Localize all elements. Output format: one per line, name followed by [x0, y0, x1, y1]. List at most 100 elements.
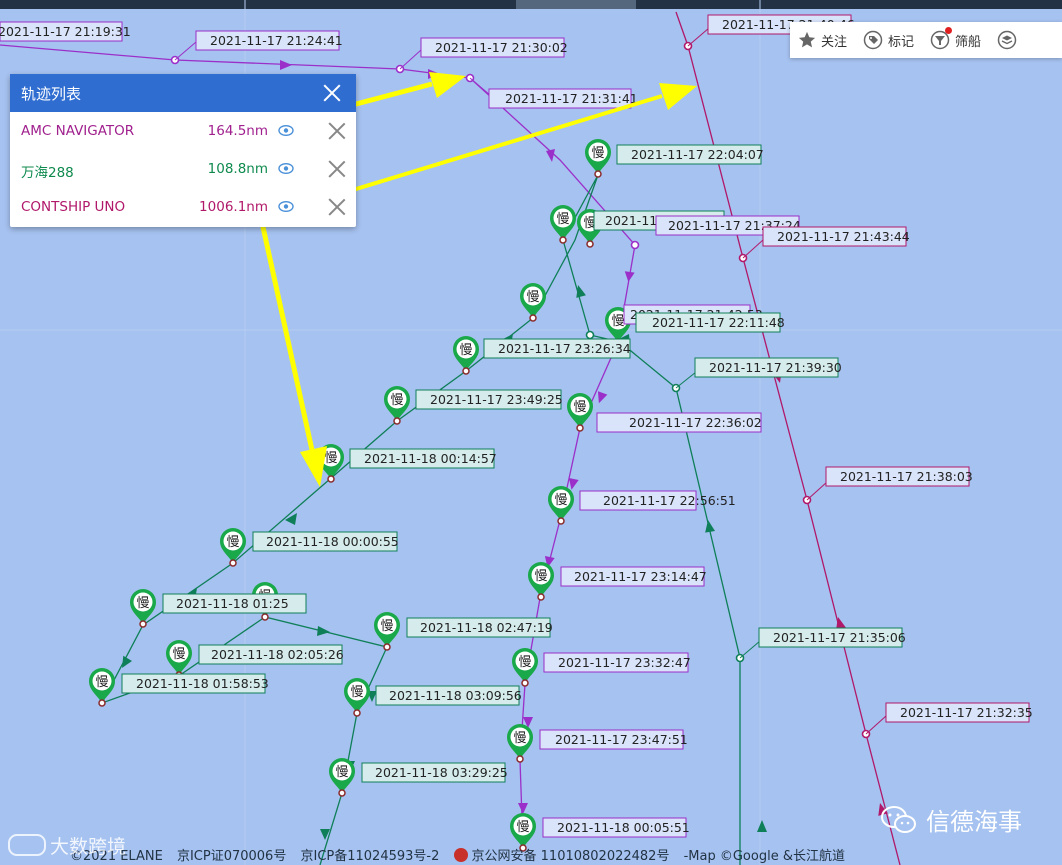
slow-marker: 慢 [453, 336, 479, 375]
time-label: 2021-11-18 00:05:51 [542, 817, 690, 838]
svg-text:2021-11-18 00:14:57: 2021-11-18 00:14:57 [364, 451, 497, 466]
time-label: 2021-11-17 21:43:44 [762, 226, 910, 247]
slow-marker: 慢 [567, 393, 593, 432]
slow-marker: 慢 [130, 589, 156, 628]
watermark-left-text: 大数跨境 [50, 836, 127, 858]
track-list-panel: 轨迹列表 AMC NAVIGATOR 164.5nm 万海288 108.8nm… [10, 74, 356, 227]
slow-marker: 慢 [548, 486, 574, 525]
svg-text:慢: 慢 [380, 618, 393, 634]
time-label: 2021-11-17 22:36:02 [596, 412, 762, 433]
remove-track-icon[interactable] [328, 160, 346, 178]
svg-text:2021-11-18 01:25: 2021-11-18 01:25 [176, 596, 289, 611]
svg-text:2021-11-17 22:11:48: 2021-11-17 22:11:48 [652, 315, 785, 330]
close-icon[interactable] [322, 83, 342, 103]
svg-text:2021-11-17 21:35:06: 2021-11-17 21:35:06 [773, 630, 906, 645]
follow-button[interactable]: 关注 [790, 22, 855, 58]
svg-text:2021-11-18 02:05:26: 2021-11-18 02:05:26 [211, 647, 344, 662]
watermark-left: 大数跨境 [8, 832, 126, 859]
svg-text:2021-11-17 21:31:41: 2021-11-17 21:31:41 [505, 91, 638, 106]
wechat-icon [881, 805, 916, 833]
time-label: 2021-11-17 23:49:25 [415, 389, 563, 410]
svg-text:2021-11-18 02:47:19: 2021-11-18 02:47:19 [420, 620, 553, 635]
time-label: 2021-11-17 23:47:51 [539, 729, 688, 750]
svg-text:慢: 慢 [335, 764, 348, 780]
eye-icon[interactable] [278, 124, 294, 137]
svg-text:慢: 慢 [390, 392, 403, 408]
mark-button[interactable]: 标记 [855, 22, 922, 58]
ship-name[interactable]: CONTSHIP UNO [21, 199, 125, 215]
map-toolbar: 关注 标记 筛船 [790, 22, 1062, 58]
time-label: 2021-11-17 21:19:31 [0, 21, 131, 42]
time-label: 2021-11-17 21:24:41 [195, 30, 343, 51]
track-row[interactable]: CONTSHIP UNO 1006.1nm [10, 188, 356, 226]
layers-button[interactable] [989, 22, 1030, 58]
track-row[interactable]: AMC NAVIGATOR 164.5nm [10, 112, 356, 150]
remove-track-icon[interactable] [328, 198, 346, 216]
time-label: 2021-11-17 22:04:07 [616, 144, 764, 165]
tag-icon [863, 30, 883, 50]
time-label: 2021-11-18 02:05:26 [198, 644, 344, 665]
svg-text:2021-11-17 21:19:31: 2021-11-17 21:19:31 [0, 24, 131, 39]
ship-name[interactable]: AMC NAVIGATOR [21, 123, 134, 139]
icp-license[interactable]: 京ICP证070006号 [177, 849, 286, 864]
svg-text:慢: 慢 [534, 568, 547, 584]
svg-text:慢: 慢 [350, 684, 363, 700]
svg-text:2021-11-17 23:26:34: 2021-11-17 23:26:34 [498, 341, 631, 356]
slow-marker: 慢 [585, 139, 611, 178]
watermark-right: 信德海事 [880, 802, 1022, 837]
svg-text:2021-11-18 00:00:55: 2021-11-18 00:00:55 [266, 534, 399, 549]
slow-marker: 慢 [344, 678, 370, 717]
eye-icon[interactable] [278, 200, 294, 213]
svg-text:慢: 慢 [556, 211, 569, 227]
time-label: 2021-11-17 21:35:06 [758, 627, 906, 648]
filter-label: 筛船 [955, 34, 982, 50]
track-distance: 108.8nm [207, 161, 268, 177]
logo-icon [8, 834, 46, 856]
svg-text:2021-11-17 22:36:02: 2021-11-17 22:36:02 [629, 415, 762, 430]
svg-text:2021-11-17 21:32:35: 2021-11-17 21:32:35 [900, 705, 1033, 720]
svg-text:2021-11-18 00:05:51: 2021-11-18 00:05:51 [557, 820, 690, 835]
svg-text:慢: 慢 [516, 819, 529, 835]
layers-icon [997, 30, 1017, 50]
svg-text:慢: 慢 [611, 313, 624, 329]
svg-text:2021-11-18 03:29:25: 2021-11-18 03:29:25 [375, 765, 508, 780]
svg-text:慢: 慢 [554, 492, 567, 508]
remove-track-icon[interactable] [328, 122, 346, 140]
svg-text:2021-11-17 22:04:07: 2021-11-17 22:04:07 [631, 147, 764, 162]
map-attribution: ©2021 ELANE 京ICP证070006号 京ICP备11024593号-… [70, 845, 855, 864]
time-label: 2021-11-17 21:39:30 [694, 357, 842, 378]
svg-text:慢: 慢 [95, 674, 108, 690]
svg-text:慢: 慢 [324, 450, 337, 466]
time-label: 2021-11-18 00:14:57 [349, 448, 497, 469]
svg-text:2021-11-17 21:39:30: 2021-11-17 21:39:30 [709, 360, 842, 375]
filter-ships-button[interactable]: 筛船 [922, 22, 989, 58]
icp-record[interactable]: 京ICP备11024593号-2 [300, 849, 439, 864]
time-label: 2021-11-17 23:32:47 [543, 652, 691, 673]
track-list-header: 轨迹列表 [10, 74, 356, 112]
slow-marker: 慢 [220, 528, 246, 567]
time-label: 2021-11-17 22:11:48 [635, 312, 785, 333]
svg-text:2021-11-17 21:38:03: 2021-11-17 21:38:03 [840, 469, 973, 484]
svg-text:慢: 慢 [172, 646, 185, 662]
police-badge-icon [453, 848, 468, 862]
track-list-title: 轨迹列表 [21, 84, 82, 103]
time-label: 2021-11-17 21:31:41 [488, 88, 638, 109]
map-source: -Map ©Google &长江航道 [683, 849, 845, 864]
svg-text:慢: 慢 [136, 595, 149, 611]
svg-text:慢: 慢 [591, 145, 604, 161]
eye-icon[interactable] [278, 162, 294, 175]
ship-name[interactable]: 万海288 [21, 161, 74, 181]
slow-marker: 慢 [507, 724, 533, 763]
slow-marker: 慢 [520, 283, 546, 322]
svg-text:2021-11-17 23:32:47: 2021-11-17 23:32:47 [558, 655, 691, 670]
star-icon [798, 31, 816, 48]
svg-text:2021-11-17 21:24:41: 2021-11-17 21:24:41 [210, 33, 343, 48]
time-label: 2021-11-18 03:29:25 [361, 762, 508, 783]
police-record[interactable]: 京公网安备 11010802022482号 [472, 849, 670, 864]
track-distance: 1006.1nm [199, 199, 268, 215]
follow-label: 关注 [821, 34, 848, 50]
track-row[interactable]: 万海288 108.8nm [10, 150, 356, 188]
svg-text:2021-11-18 01:58:53: 2021-11-18 01:58:53 [136, 676, 269, 691]
slow-marker: 慢 [166, 640, 192, 679]
time-label: 2021-11-17 21:32:35 [885, 702, 1033, 723]
